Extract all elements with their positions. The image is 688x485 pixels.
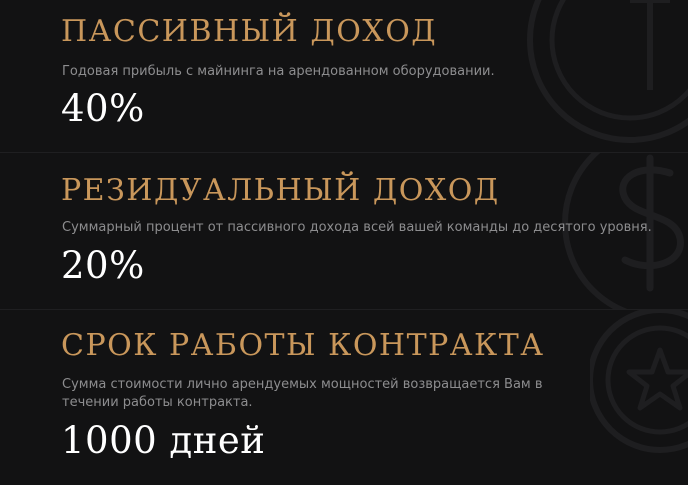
passive-income-value: 40% (61, 87, 145, 130)
contract-term-title: СРОК РАБОТЫ КОНТРАКТА (61, 328, 545, 363)
contract-term-section: СРОК РАБОТЫ КОНТРАКТА Сумма стоимости ли… (0, 310, 688, 485)
star-coin-icon (590, 310, 688, 453)
residual-income-section: РЕЗИДУАЛЬНЫЙ ДОХОД Суммарный процент от … (0, 153, 688, 309)
contract-term-value: 1000 дней (61, 419, 266, 462)
residual-income-title: РЕЗИДУАЛЬНЫЙ ДОХОД (61, 173, 500, 208)
coin-icon (527, 0, 688, 143)
passive-income-title: ПАССИВНЫЙ ДОХОД (61, 14, 438, 49)
residual-income-description: Суммарный процент от пассивного дохода в… (62, 220, 652, 235)
passive-income-description: Годовая прибыль с майнинга на арендованн… (62, 64, 495, 79)
residual-income-value: 20% (61, 244, 145, 287)
contract-term-description: Сумма стоимости лично арендуемых мощност… (62, 377, 543, 410)
passive-income-section: ПАССИВНЫЙ ДОХОД Годовая прибыль с майнин… (0, 0, 688, 152)
